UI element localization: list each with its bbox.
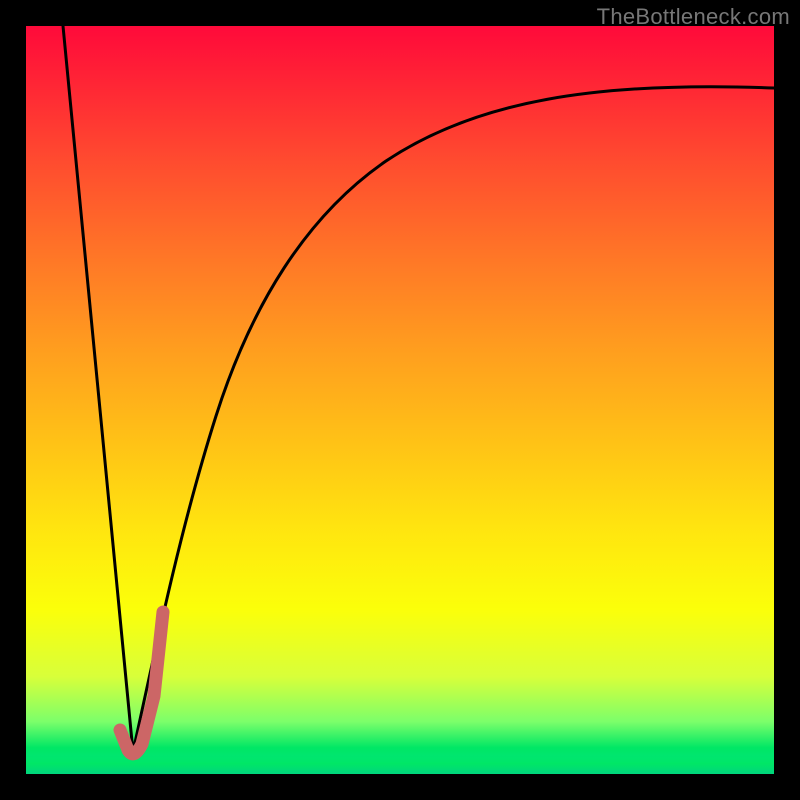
plot-area	[26, 26, 774, 774]
chart-frame: TheBottleneck.com	[0, 0, 800, 800]
curve-right-growth	[133, 87, 774, 752]
watermark-text: TheBottleneck.com	[597, 4, 790, 30]
curves-svg	[26, 26, 774, 774]
curve-left-descent	[63, 26, 133, 752]
